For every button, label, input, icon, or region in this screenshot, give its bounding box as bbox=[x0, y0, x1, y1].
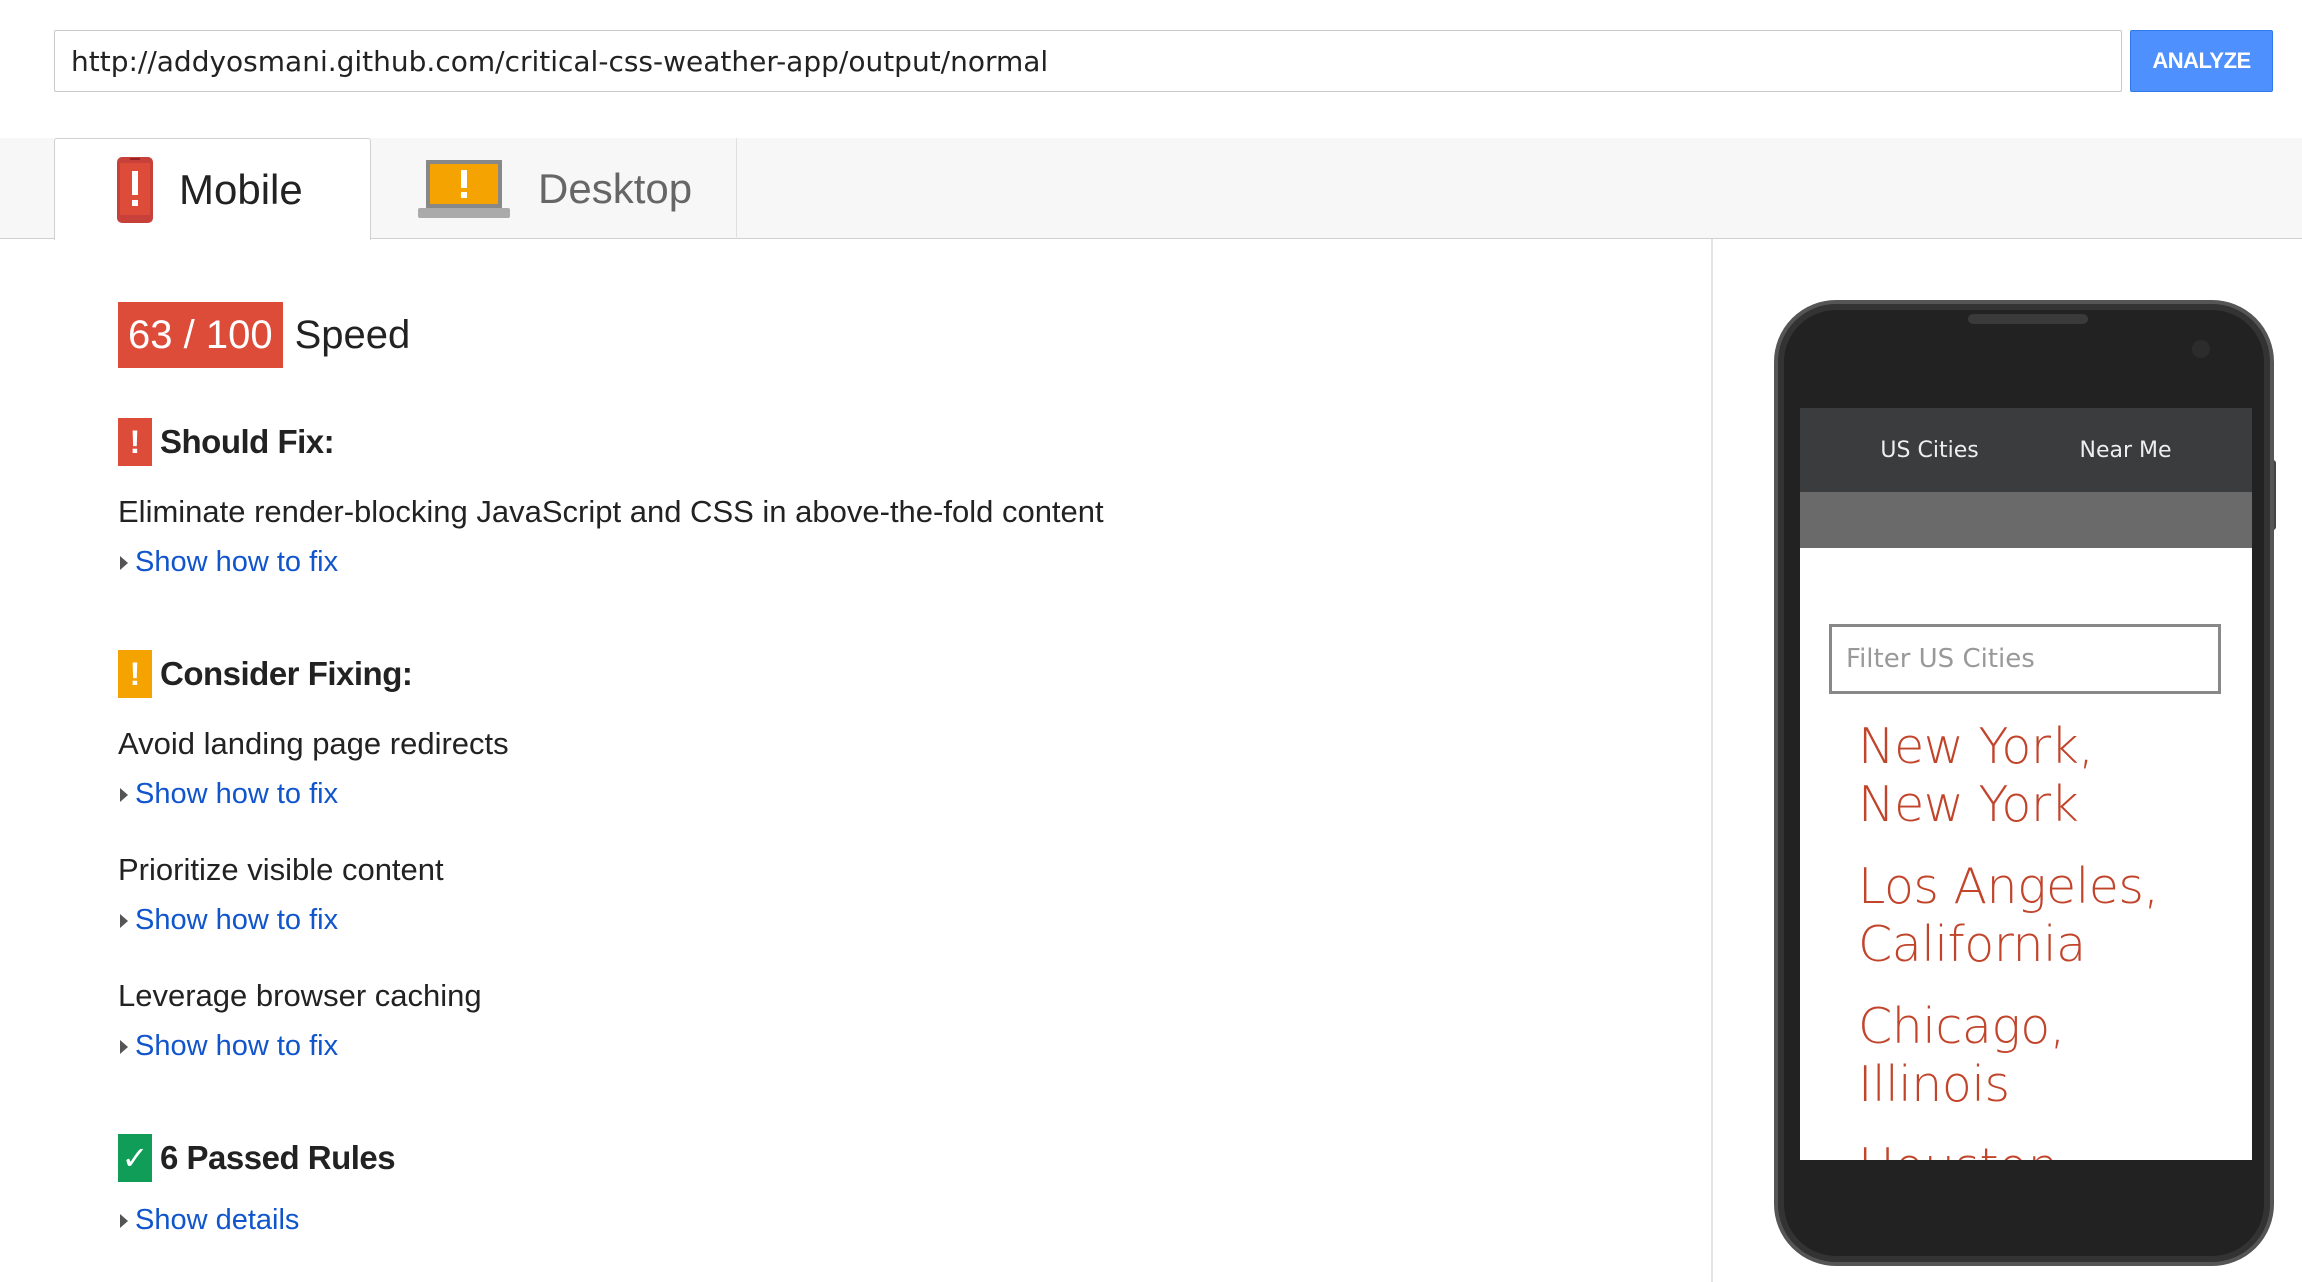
city-name-line: Illinois bbox=[1858, 1056, 2010, 1113]
expand-arrow-icon bbox=[120, 555, 128, 570]
city-name-line: New York bbox=[1858, 776, 2079, 833]
tab-desktop-label: Desktop bbox=[538, 164, 693, 212]
speed-score: 63 / 100 Speed bbox=[118, 302, 410, 368]
device-tab-strip: Mobile Desktop bbox=[0, 138, 2302, 240]
link-label: Show how to fix bbox=[135, 1030, 339, 1062]
passed-rules-title: 6 Passed Rules bbox=[160, 1139, 396, 1176]
error-icon: ! bbox=[118, 418, 152, 466]
city-item[interactable]: Chicago, Illinois bbox=[1858, 998, 2238, 1114]
mobile-warning-icon bbox=[117, 156, 153, 223]
rule-title: Leverage browser caching bbox=[118, 978, 482, 1013]
expand-arrow-icon bbox=[120, 1213, 128, 1228]
link-label: Show details bbox=[135, 1204, 300, 1236]
nav-near-me[interactable]: Near Me bbox=[2080, 438, 2172, 463]
city-name-line: New York, bbox=[1858, 718, 2094, 775]
filter-cities-input[interactable] bbox=[1829, 624, 2221, 694]
tab-mobile-label: Mobile bbox=[179, 165, 303, 213]
city-item[interactable]: Los Angeles, California bbox=[1858, 858, 2238, 974]
show-details-link[interactable]: Show details bbox=[120, 1204, 299, 1237]
show-how-to-fix-link[interactable]: Show how to fix bbox=[120, 546, 338, 579]
link-label: Show how to fix bbox=[135, 546, 339, 578]
link-label: Show how to fix bbox=[135, 904, 339, 936]
consider-fixing-title: Consider Fixing: bbox=[160, 655, 413, 692]
tab-mobile[interactable]: Mobile bbox=[54, 138, 371, 240]
rule-title: Avoid landing page redirects bbox=[118, 726, 509, 761]
rule-title: Eliminate render-blocking JavaScript and… bbox=[118, 494, 1104, 529]
warning-icon: ! bbox=[118, 650, 152, 698]
app-nav-bar: US Cities Near Me bbox=[1800, 408, 2252, 492]
should-fix-title: Should Fix: bbox=[160, 423, 335, 460]
city-item[interactable]: New York, New York bbox=[1858, 718, 2238, 834]
nav-us-cities[interactable]: US Cities bbox=[1880, 438, 1978, 463]
city-name-line: California bbox=[1858, 916, 2086, 973]
consider-fixing-heading: ! Consider Fixing: bbox=[118, 650, 413, 698]
app-sub-bar bbox=[1800, 492, 2252, 548]
phone-speaker bbox=[1968, 314, 2088, 324]
city-name-line: Houston, bbox=[1858, 1138, 2238, 1160]
rule-title: Prioritize visible content bbox=[118, 852, 444, 887]
tab-desktop[interactable]: Desktop bbox=[370, 138, 737, 239]
show-how-to-fix-link[interactable]: Show how to fix bbox=[120, 778, 338, 811]
expand-arrow-icon bbox=[120, 1039, 128, 1054]
show-how-to-fix-link[interactable]: Show how to fix bbox=[120, 1030, 338, 1063]
city-list: New York, New York Los Angeles, Californ… bbox=[1858, 718, 2238, 1160]
show-how-to-fix-link[interactable]: Show how to fix bbox=[120, 904, 338, 937]
score-badge: 63 / 100 bbox=[118, 302, 283, 368]
phone-camera bbox=[2192, 340, 2210, 358]
city-name-line: Los Angeles, bbox=[1858, 858, 2159, 915]
phone-screen: US Cities Near Me New York, New York Los… bbox=[1800, 408, 2252, 1160]
expand-arrow-icon bbox=[120, 787, 128, 802]
phone-preview: US Cities Near Me New York, New York Los… bbox=[1774, 300, 2274, 1266]
url-input[interactable] bbox=[54, 30, 2122, 92]
should-fix-heading: ! Should Fix: bbox=[118, 418, 335, 466]
analyze-button[interactable]: ANALYZE bbox=[2130, 30, 2273, 92]
passed-rules-heading: ✓ 6 Passed Rules bbox=[118, 1134, 396, 1182]
laptop-warning-icon bbox=[418, 159, 510, 218]
column-divider bbox=[1711, 239, 1713, 1282]
city-item[interactable]: Houston, bbox=[1858, 1138, 2238, 1160]
link-label: Show how to fix bbox=[135, 778, 339, 810]
score-label: Speed bbox=[294, 312, 411, 357]
expand-arrow-icon bbox=[120, 913, 128, 928]
city-name-line: Chicago, bbox=[1858, 998, 2065, 1055]
checkmark-icon: ✓ bbox=[118, 1134, 152, 1182]
